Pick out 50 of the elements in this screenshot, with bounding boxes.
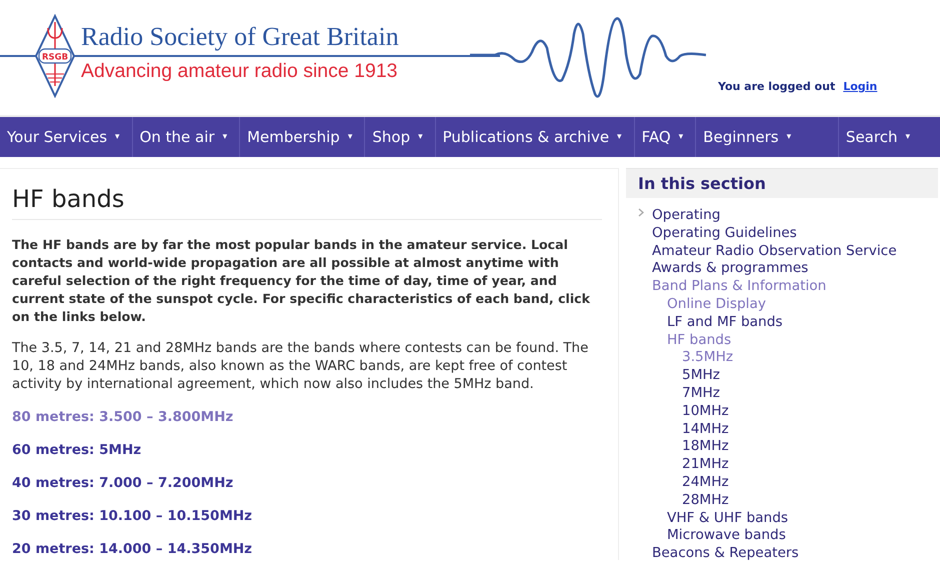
caret-icon: ▾ bbox=[617, 132, 622, 142]
section-link[interactable]: VHF & UHF bands bbox=[667, 510, 788, 526]
section-link[interactable]: 24MHz bbox=[682, 474, 729, 490]
body-paragraph: The 3.5, 7, 14, 21 and 28MHz bands are the bands where contests can be found. The 10, 18 and 24MHz bands, also known as the WARC bands, are kept free of contest activity by international agreement, which now also includes the 5MHz band. bbox=[12, 339, 590, 393]
nav-menu-item[interactable]: Beginners ▾ bbox=[696, 117, 839, 157]
nav-menu-item[interactable]: Search ▾ bbox=[838, 117, 940, 157]
site-tagline: Advancing amateur radio since 1913 bbox=[81, 60, 398, 83]
section-link[interactable]: 18MHz bbox=[682, 438, 729, 454]
caret-icon: ▾ bbox=[905, 132, 910, 142]
caret-icon: ▾ bbox=[678, 132, 684, 142]
nav-menu-item[interactable]: Publications & archive ▾ bbox=[436, 117, 635, 157]
caret-icon: ▾ bbox=[786, 132, 792, 142]
caret-icon: ▾ bbox=[115, 132, 120, 142]
login-link[interactable]: Login bbox=[843, 80, 878, 93]
nav-menu-item[interactable]: Membership ▾ bbox=[240, 117, 366, 157]
section-link[interactable]: Online Display bbox=[667, 296, 766, 312]
section-link[interactable]: 3.5MHz bbox=[682, 349, 734, 366]
section-link[interactable]: 7MHz bbox=[682, 384, 720, 401]
band-link[interactable]: 20 metres: 14.000 – 14.350MHz bbox=[12, 540, 618, 558]
caret-icon: ▾ bbox=[348, 132, 352, 142]
section-link[interactable]: Amateur Radio Observation Service bbox=[652, 242, 897, 259]
section-link[interactable]: HF bands bbox=[667, 332, 732, 348]
section-link[interactable]: 14MHz bbox=[682, 420, 729, 437]
site-title: Radio Society of Great Britain bbox=[81, 22, 399, 52]
section-link[interactable]: Beacons & Repeaters bbox=[652, 545, 799, 562]
intro-paragraph: The HF bands are by far the most popular bands in the amateur service. Local contacts and world-wide propagation are all possible at almost anytime with careful selection of the right frequency for the time of day, time of year, and current state of the sunspot cycle. For specific characteristics of each band, click on the links below. bbox=[12, 236, 592, 326]
section-link[interactable]: 10MHz bbox=[682, 402, 729, 419]
section-link[interactable]: 5MHz bbox=[682, 367, 720, 384]
band-link[interactable]: 60 metres: 5MHz bbox=[12, 441, 618, 459]
caret-icon: ▾ bbox=[418, 132, 423, 142]
nav-menu-item[interactable]: Shop ▾ bbox=[365, 117, 436, 157]
nav-menu-item[interactable]: Your Services ▾ bbox=[0, 117, 133, 157]
section-link[interactable]: 28MHz bbox=[682, 492, 729, 508]
page-heading: HF bands bbox=[12, 185, 602, 220]
section-link[interactable]: Operating bbox=[652, 207, 720, 223]
logo-icon: RSGB bbox=[34, 14, 76, 98]
nav-menu-item[interactable]: On the air ▾ bbox=[132, 117, 240, 157]
login-status: You are logged out bbox=[718, 80, 836, 93]
band-link[interactable]: 30 metres: 10.100 – 10.150MHz bbox=[12, 507, 618, 525]
section-link[interactable]: 21MHz bbox=[682, 456, 729, 472]
section-link[interactable]: Band Plans & Information bbox=[652, 278, 826, 294]
band-link[interactable]: 40 metres: 7.000 – 7.200MHz bbox=[12, 474, 618, 492]
caret-icon: ▾ bbox=[222, 132, 228, 142]
nav-menu-item[interactable]: FAQ ▾ bbox=[634, 117, 696, 157]
band-link[interactable]: 80 metres: 3.500 – 3.800MHz bbox=[12, 408, 618, 426]
section-link[interactable]: Operating Guidelines bbox=[652, 224, 797, 241]
section-link[interactable]: LF and MF bands bbox=[667, 314, 783, 330]
section-link[interactable]: Awards & programmes bbox=[652, 260, 808, 276]
section-heading: In this section bbox=[626, 168, 938, 198]
section-link[interactable]: Microwave bands bbox=[667, 527, 786, 544]
